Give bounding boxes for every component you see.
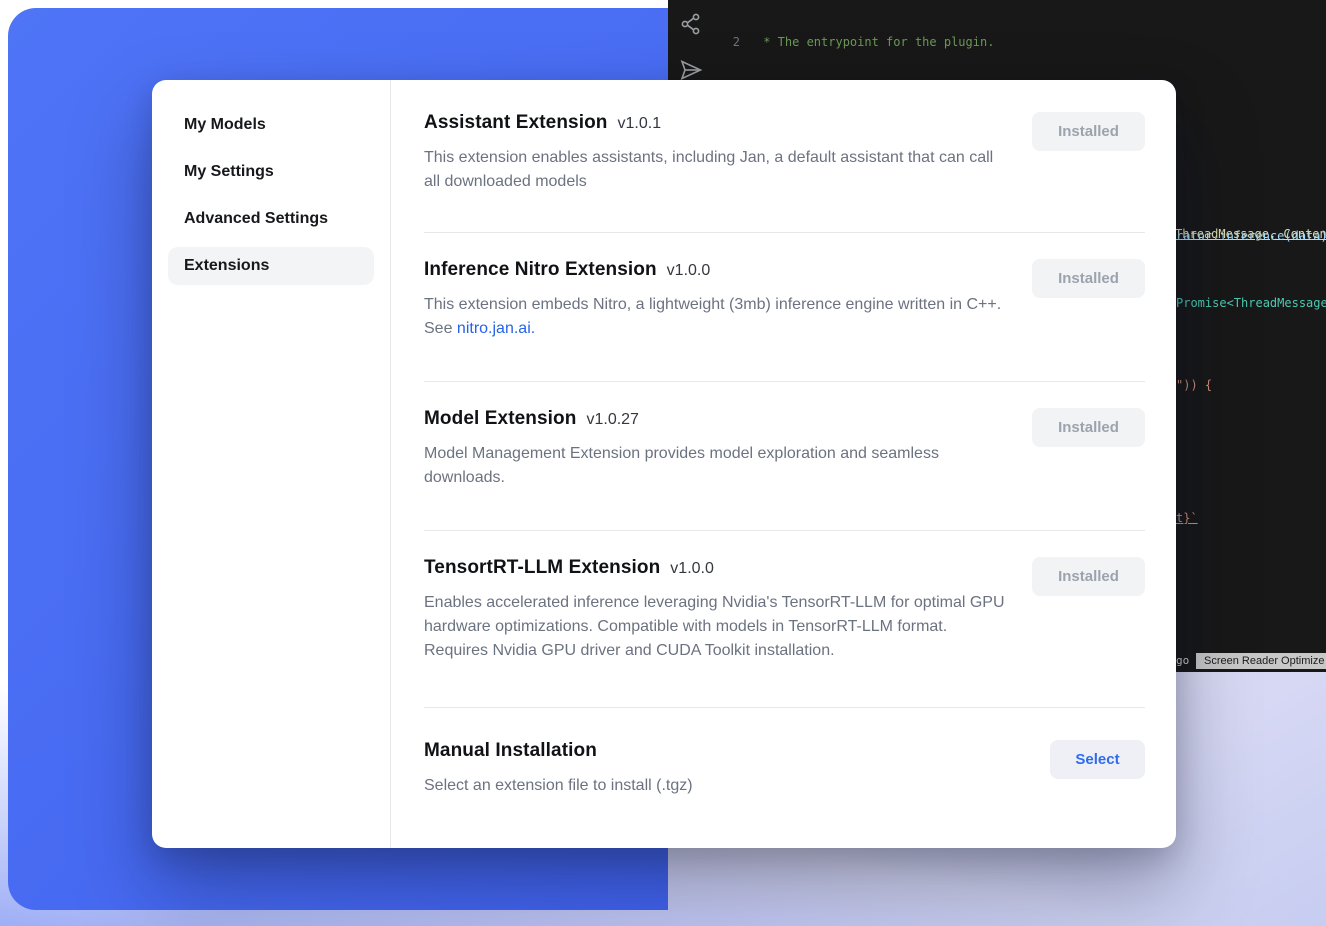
settings-sidebar: My Models My Settings Advanced Settings …	[152, 80, 391, 848]
code-line: 2 * The entrypoint for the plugin.	[714, 34, 1326, 50]
extension-name: Assistant Extension	[424, 112, 608, 134]
sidebar-item-my-settings[interactable]: My Settings	[168, 153, 374, 191]
extension-version: v1.0.0	[667, 262, 711, 280]
installed-button-model[interactable]: Installed	[1032, 408, 1145, 447]
installed-button-nitro[interactable]: Installed	[1032, 259, 1145, 298]
extension-name: TensortRT-LLM Extension	[424, 557, 660, 579]
extension-description: Model Management Extension provides mode…	[424, 442, 1009, 490]
installed-button-assistant[interactable]: Installed	[1032, 112, 1145, 151]
code-fragment: ")) {	[1176, 378, 1212, 392]
select-file-button[interactable]: Select	[1050, 740, 1145, 779]
screen-reader-status-badge[interactable]: Screen Reader Optimize	[1196, 653, 1326, 669]
manual-installation-title: Manual Installation	[424, 740, 597, 762]
extension-name: Model Extension	[424, 408, 576, 430]
sidebar-item-extensions[interactable]: Extensions	[168, 247, 374, 285]
sidebar-item-my-models[interactable]: My Models	[168, 106, 374, 144]
statusbar-text: go	[1176, 654, 1189, 667]
extension-version: v1.0.0	[670, 560, 714, 578]
extension-info: Model Extension v1.0.27 Model Management…	[424, 408, 1009, 490]
share-icon[interactable]	[679, 12, 703, 36]
extension-description: Enables accelerated inference leveraging…	[424, 591, 1009, 663]
code-fragment: t}`	[1176, 511, 1198, 525]
extension-version: v1.0.27	[586, 411, 638, 429]
extension-info: Inference Nitro Extension v1.0.0 This ex…	[424, 259, 1009, 341]
nitro-jan-ai-link[interactable]: nitro.jan.ai.	[457, 320, 535, 337]
extension-row-model: Model Extension v1.0.27 Model Management…	[424, 382, 1145, 530]
installed-button-tensorrt[interactable]: Installed	[1032, 557, 1145, 596]
sidebar-item-advanced-settings[interactable]: Advanced Settings	[168, 200, 374, 238]
extensions-panel: Assistant Extension v1.0.1 This extensio…	[391, 80, 1176, 848]
manual-installation-row: Manual Installation Select an extension …	[424, 708, 1145, 818]
code-fragment: Promise<ThreadMessage>	[1176, 296, 1326, 310]
extension-description: This extension enables assistants, inclu…	[424, 146, 1009, 194]
send-icon[interactable]	[679, 58, 703, 82]
extension-row-tensorrt: TensortRT-LLM Extension v1.0.0 Enables a…	[424, 531, 1145, 707]
extension-info: TensortRT-LLM Extension v1.0.0 Enables a…	[424, 557, 1009, 663]
extension-row-assistant: Assistant Extension v1.0.1 This extensio…	[424, 106, 1145, 232]
desktop-background: 2 * The entrypoint for the plugin. 3 */ …	[0, 0, 1326, 926]
settings-modal: My Models My Settings Advanced Settings …	[152, 80, 1176, 848]
extension-description: This extension embeds Nitro, a lightweig…	[424, 293, 1009, 341]
manual-installation-description: Select an extension file to install (.tg…	[424, 774, 693, 798]
extension-info: Assistant Extension v1.0.1 This extensio…	[424, 112, 1009, 194]
code-fragment: rator.inference(data));	[1176, 229, 1326, 243]
extension-name: Inference Nitro Extension	[424, 259, 657, 281]
extension-version: v1.0.1	[618, 115, 662, 133]
extension-row-nitro: Inference Nitro Extension v1.0.0 This ex…	[424, 233, 1145, 381]
extension-info: Manual Installation Select an extension …	[424, 740, 693, 798]
